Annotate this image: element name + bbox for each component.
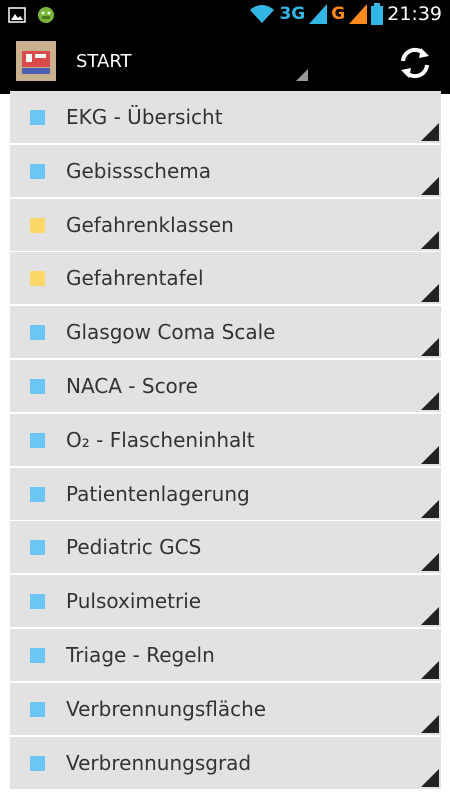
corner-indicator-icon xyxy=(421,768,439,787)
image-icon xyxy=(8,7,26,23)
category-marker xyxy=(30,110,45,125)
list-item[interactable]: EKG - Übersicht xyxy=(10,91,441,143)
list-item-label: Gebissschema xyxy=(66,158,212,183)
page-title[interactable]: START xyxy=(76,51,132,72)
dropdown-indicator-icon[interactable] xyxy=(296,69,308,81)
category-marker xyxy=(30,271,45,287)
list-item-label: O₂ - Flascheninhalt xyxy=(66,427,255,452)
refresh-icon xyxy=(401,47,429,79)
list-item-label: Pulsoximetrie xyxy=(66,589,202,614)
status-bar: 3G G 21:39 xyxy=(0,0,450,31)
category-marker xyxy=(30,486,45,502)
category-marker xyxy=(30,540,45,556)
list-item[interactable]: Gefahrenklassen xyxy=(10,198,441,251)
list-item[interactable]: O₂ - Flascheninhalt xyxy=(10,413,441,466)
list-item-label: Glasgow Coma Scale xyxy=(66,320,276,345)
status-time: 21:39 xyxy=(387,3,442,25)
corner-indicator-icon xyxy=(421,714,439,733)
list-item[interactable]: Verbrennungsgrad xyxy=(10,736,441,789)
list-item[interactable]: Glasgow Coma Scale xyxy=(10,306,441,359)
list-item-label: Gefahrentafel xyxy=(66,266,204,291)
list-item[interactable]: Triage - Regeln xyxy=(10,628,441,681)
corner-indicator-icon xyxy=(421,284,439,303)
category-marker xyxy=(30,432,45,448)
corner-indicator-icon xyxy=(421,123,439,141)
list-item[interactable]: Patientenlagerung xyxy=(10,467,441,520)
battery-icon xyxy=(371,3,384,25)
category-marker xyxy=(30,701,45,717)
list-item[interactable]: Gefahrentafel xyxy=(10,252,441,305)
category-marker xyxy=(30,163,45,179)
list-item-label: Verbrennungsgrad xyxy=(66,750,252,775)
list-item[interactable]: Pediatric GCS xyxy=(10,521,441,574)
list-item-label: Triage - Regeln xyxy=(66,642,215,667)
list-item[interactable]: NACA - Score xyxy=(10,359,441,412)
wifi-icon xyxy=(250,5,275,23)
list-item-label: EKG - Übersicht xyxy=(66,105,223,129)
corner-indicator-icon xyxy=(421,553,439,572)
android-icon xyxy=(38,7,54,23)
list-item-label: Verbrennungsfläche xyxy=(66,696,267,721)
list-item[interactable]: Verbrennungsfläche xyxy=(10,682,441,735)
category-marker xyxy=(30,647,45,663)
corner-indicator-icon xyxy=(421,338,439,357)
corner-indicator-icon xyxy=(421,445,439,464)
status-notifications xyxy=(8,5,56,25)
app-logo-icon[interactable] xyxy=(16,41,56,81)
list-item-label: Patientenlagerung xyxy=(66,481,250,506)
corner-indicator-icon xyxy=(421,660,439,679)
topic-list: EKG - Übersicht Gebissschema Gefahrenkla… xyxy=(10,91,441,790)
refresh-button[interactable] xyxy=(397,45,433,81)
corner-indicator-icon xyxy=(421,607,439,626)
network-g-label: G xyxy=(331,4,346,24)
action-bar: START xyxy=(0,31,450,94)
corner-indicator-icon xyxy=(421,499,439,518)
category-marker xyxy=(30,217,45,233)
list-item[interactable]: Gebissschema xyxy=(10,144,441,197)
list-item[interactable]: Pulsoximetrie xyxy=(10,575,441,628)
category-marker xyxy=(30,378,45,394)
list-item-label: NACA - Score xyxy=(66,373,198,398)
category-marker xyxy=(30,755,45,771)
corner-indicator-icon xyxy=(421,176,439,195)
list-item-label: Pediatric GCS xyxy=(66,535,202,560)
signal-icon xyxy=(349,4,368,24)
signal-icon xyxy=(309,4,328,24)
corner-indicator-icon xyxy=(421,391,439,410)
category-marker xyxy=(30,325,45,341)
list-item-label: Gefahrenklassen xyxy=(66,212,234,237)
category-marker xyxy=(30,594,45,610)
corner-indicator-icon xyxy=(421,230,439,249)
status-indicators: 3G G 21:39 xyxy=(249,3,442,25)
network-3g-label: 3G xyxy=(279,4,306,24)
